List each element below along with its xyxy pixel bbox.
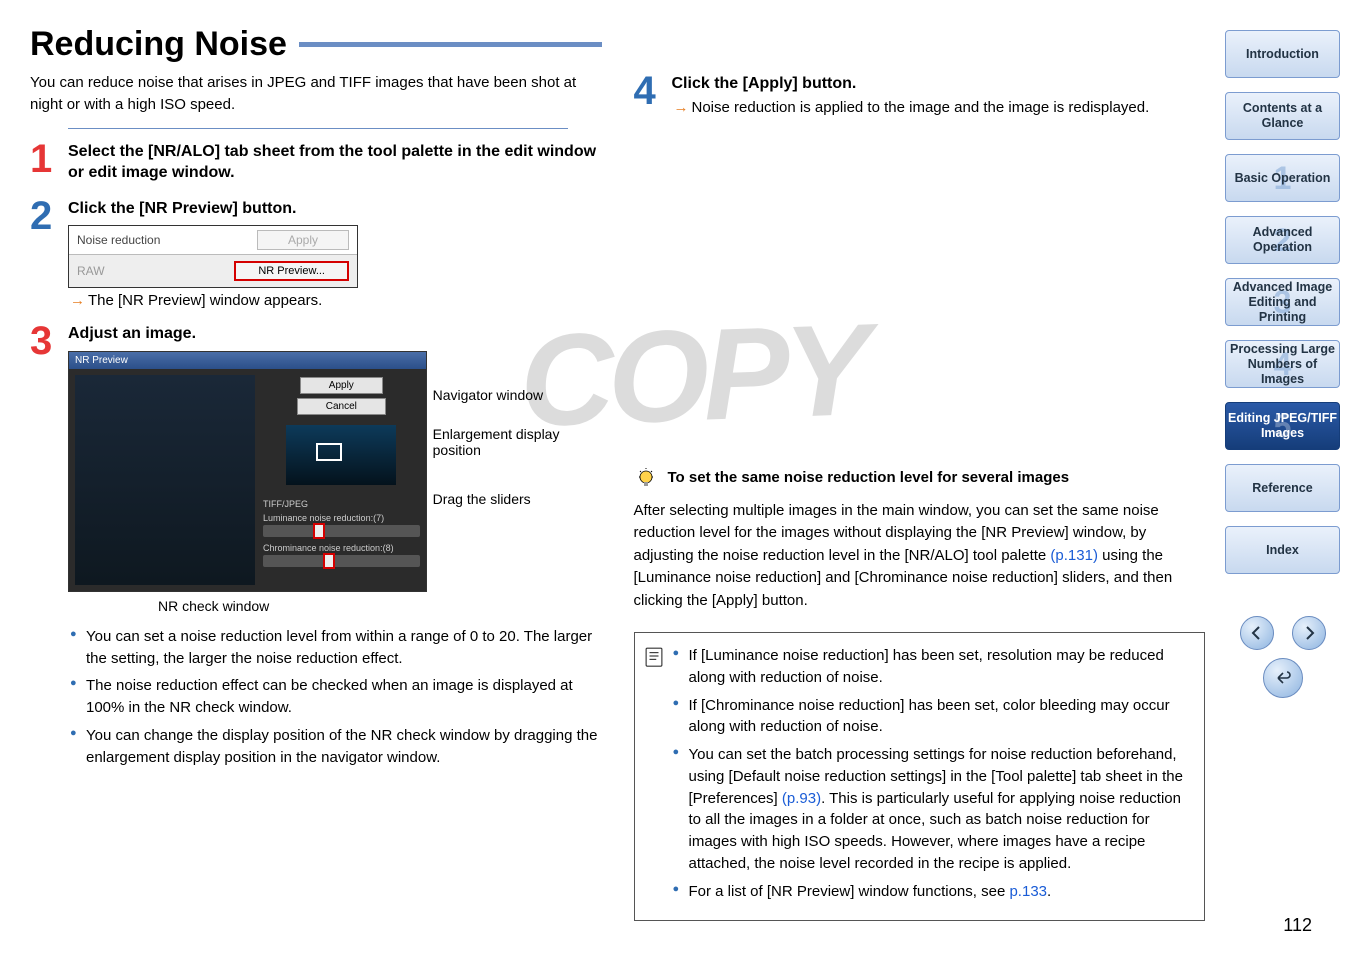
bullet-100pct: The noise reduction effect can be checke… (70, 675, 602, 719)
screenshot-annotations: Navigator window Enlargement display pos… (433, 351, 602, 530)
result-arrow-icon: → (70, 292, 85, 309)
nr-cancel-button: Cancel (297, 398, 386, 415)
chrominance-slider (263, 555, 420, 567)
apply-button-disabled: Apply (257, 230, 349, 250)
navigator-window-area (286, 425, 396, 485)
nav-processing-large-numbers[interactable]: 4Processing Large Numbers of Images (1225, 340, 1340, 388)
step-number-3: 3 (30, 323, 68, 774)
step-1-title: Select the [NR/ALO] tab sheet from the t… (68, 141, 602, 184)
heading-rule (299, 42, 602, 47)
note-luminance: If [Luminance noise reduction] has been … (673, 645, 1191, 689)
page-nav-arrows (1240, 616, 1326, 650)
nav-index[interactable]: Index (1225, 526, 1340, 574)
page-number: 112 (1283, 915, 1312, 936)
content-area: Reducing Noise You can reduce noise that… (30, 25, 1215, 944)
annot-enlargement: Enlargement display position (433, 426, 560, 459)
step-3: 3 Adjust an image. NR Preview Apply Canc… (30, 323, 602, 774)
step-3-bullets: You can set a noise reduction level from… (70, 626, 602, 769)
step-3-title: Adjust an image. (68, 323, 602, 345)
nav-contents[interactable]: Contents at a Glance (1225, 92, 1340, 140)
right-column: 4 Click the [Apply] button. →Noise reduc… (634, 25, 1206, 944)
nr-preview-window-screenshot: NR Preview Apply Cancel TIFF/JPEG (68, 351, 427, 592)
enlargement-position-box (316, 443, 342, 461)
nav-basic-operation[interactable]: 1Basic Operation (1225, 154, 1340, 202)
tip-title: To set the same noise reduction level fo… (668, 469, 1070, 486)
sidebar-nav: Introduction Contents at a Glance 1Basic… (1215, 25, 1350, 944)
note-chrominance: If [Chrominance noise reduction] has bee… (673, 695, 1191, 739)
nr-check-window-area (75, 375, 255, 585)
bullet-drag-position: You can change the display position of t… (70, 725, 602, 769)
luminance-slider (263, 525, 420, 537)
page-container: Reducing Noise You can reduce noise that… (0, 0, 1350, 954)
intro-paragraph: You can reduce noise that arises in JPEG… (30, 72, 602, 116)
back-button[interactable] (1263, 658, 1303, 698)
prev-page-button[interactable] (1240, 616, 1274, 650)
left-column: Reducing Noise You can reduce noise that… (30, 25, 602, 944)
note-icon (645, 647, 663, 908)
tiff-jpeg-section-label: TIFF/JPEG (263, 499, 420, 509)
step-number-2: 2 (30, 198, 68, 310)
luminance-slider-thumb (313, 523, 325, 539)
annot-drag-sliders: Drag the sliders (433, 491, 531, 507)
chrominance-slider-thumb (323, 553, 335, 569)
raw-label: RAW (77, 264, 105, 278)
step-2: 2 Click the [NR Preview] button. Noise r… (30, 198, 602, 310)
bullet-range: You can set a noise reduction level from… (70, 626, 602, 670)
step-2-result: →The [NR Preview] window appears. (70, 292, 602, 309)
section-divider (68, 128, 568, 129)
nav-introduction[interactable]: Introduction (1225, 30, 1340, 78)
step-2-title: Click the [NR Preview] button. (68, 198, 602, 220)
luminance-slider-label: Luminance noise reduction:(7) (263, 513, 420, 523)
step-4: 4 Click the [Apply] button. →Noise reduc… (634, 73, 1206, 116)
nr-apply-button: Apply (300, 377, 383, 394)
note-function-list: For a list of [NR Preview] window functi… (673, 881, 1191, 903)
tip-body: After selecting multiple images in the m… (634, 500, 1206, 613)
tip-header: To set the same noise reduction level fo… (634, 466, 1206, 490)
link-p131[interactable]: (p.131) (1050, 547, 1098, 564)
noise-reduction-panel-screenshot: Noise reduction Apply RAW NR Preview... (68, 225, 358, 288)
step-number-4: 4 (634, 73, 672, 116)
step-1: 1 Select the [NR/ALO] tab sheet from the… (30, 141, 602, 184)
nr-preview-titlebar: NR Preview (69, 352, 426, 369)
noise-reduction-label: Noise reduction (77, 233, 160, 247)
page-heading: Reducing Noise (30, 25, 602, 64)
nr-check-window-caption: NR check window (158, 598, 602, 614)
chrominance-slider-label: Chrominance noise reduction:(8) (263, 543, 420, 553)
nav-advanced-image-editing[interactable]: 3Advanced Image Editing and Printing (1225, 278, 1340, 326)
nr-preview-button-highlighted: NR Preview... (234, 261, 349, 281)
nav-editing-jpeg-tiff[interactable]: 5Editing JPEG/TIFF Images (1225, 402, 1340, 450)
next-page-button[interactable] (1292, 616, 1326, 650)
step-number-1: 1 (30, 141, 68, 184)
step-4-title: Click the [Apply] button. (672, 73, 1206, 95)
note-box: If [Luminance noise reduction] has been … (634, 632, 1206, 921)
nav-reference[interactable]: Reference (1225, 464, 1340, 512)
nav-advanced-operation[interactable]: 2Advanced Operation (1225, 216, 1340, 264)
link-p133[interactable]: p.133 (1009, 883, 1047, 900)
lightbulb-icon (634, 466, 658, 490)
annot-navigator: Navigator window (433, 387, 544, 403)
heading-text: Reducing Noise (30, 25, 287, 64)
step-4-result: →Noise reduction is applied to the image… (674, 99, 1206, 116)
note-batch: You can set the batch processing setting… (673, 744, 1191, 875)
link-p93[interactable]: (p.93) (782, 790, 821, 807)
note-list: If [Luminance noise reduction] has been … (673, 645, 1191, 908)
result-arrow-icon: → (674, 99, 689, 116)
